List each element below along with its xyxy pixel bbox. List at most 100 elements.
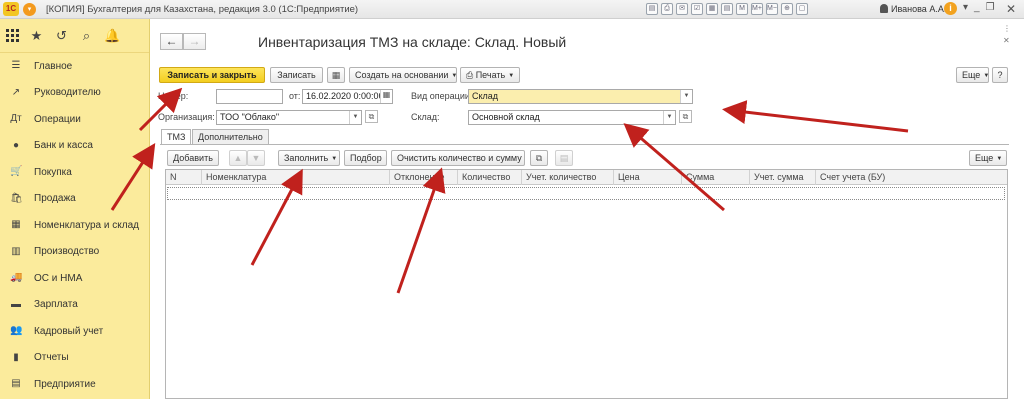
minimize-icon[interactable]: _ bbox=[974, 2, 980, 15]
document-form: ← → Инвентаризация ТМЗ на складе: Склад.… bbox=[155, 19, 1024, 399]
save-button[interactable]: Записать bbox=[270, 67, 323, 83]
cart-icon: 🛒 bbox=[10, 166, 23, 178]
main-menu-icon[interactable]: ▾ bbox=[23, 2, 36, 16]
chevron-down-icon[interactable]: ▼ bbox=[349, 111, 361, 124]
goods-table[interactable]: N Номенклатура Отклонение Количество Уче… bbox=[165, 169, 1008, 399]
chevron-down-icon: ▼ bbox=[508, 73, 515, 79]
fill-button[interactable]: Заполнить ▼ bbox=[278, 150, 340, 166]
print-icon[interactable]: ⎙ bbox=[661, 3, 673, 15]
section-bank[interactable]: ● Банк и касса bbox=[0, 133, 149, 160]
section-operations[interactable]: Дт Операции bbox=[0, 106, 149, 133]
factory-icon: ▥ bbox=[11, 245, 21, 257]
settings-menu-icon[interactable]: ▾ bbox=[963, 2, 968, 15]
memory-minus-icon[interactable]: M− bbox=[766, 3, 778, 15]
check-icon[interactable]: ☑ bbox=[691, 3, 703, 15]
table-more-button[interactable]: Еще ▼ bbox=[969, 150, 1007, 166]
date-label: от: bbox=[289, 91, 301, 101]
tab-goods[interactable]: ТМЗ bbox=[161, 129, 192, 145]
date-field[interactable]: 16.02.2020 0:00:00 ▦ bbox=[302, 89, 393, 104]
chevron-down-icon: ▼ bbox=[983, 73, 990, 79]
forward-button[interactable]: → bbox=[183, 33, 206, 50]
save-and-close-button[interactable]: Записать и закрыть bbox=[159, 67, 265, 83]
enterprise-icon: ▤ bbox=[11, 378, 21, 390]
print-button[interactable]: ⎙ Печать ▼ bbox=[460, 67, 520, 83]
window-icon[interactable]: ▢ bbox=[796, 3, 808, 15]
section-enterprise[interactable]: ▤ Предприятие bbox=[0, 371, 149, 398]
section-manager[interactable]: ↗ Руководителю bbox=[0, 80, 149, 107]
organization-label: Организация: bbox=[158, 112, 215, 122]
user-name: Иванова А.А. bbox=[891, 4, 947, 14]
tab-additional[interactable]: Дополнительно bbox=[192, 129, 269, 144]
toolbar-icon-1[interactable]: ▤ bbox=[646, 3, 658, 15]
organization-open-icon[interactable]: ⧉ bbox=[365, 110, 378, 123]
move-down-icon[interactable]: ▼ bbox=[247, 150, 265, 166]
restore-icon[interactable]: ❐ bbox=[986, 2, 995, 15]
column-accounted-sum[interactable]: Учет. сумма bbox=[750, 170, 816, 185]
organization-field[interactable]: ТОО "Облако" ▼ bbox=[216, 110, 362, 125]
column-price[interactable]: Цена bbox=[614, 170, 682, 185]
calendar-icon[interactable]: ▦ bbox=[706, 3, 718, 15]
memory-icon[interactable]: M bbox=[736, 3, 748, 15]
back-button[interactable]: ← bbox=[160, 33, 183, 50]
zoom-icon[interactable]: ⊕ bbox=[781, 3, 793, 15]
posting-icon[interactable]: ▦ bbox=[327, 67, 345, 83]
column-account[interactable]: Счет учета (БУ) bbox=[816, 170, 1007, 185]
section-nomenclature[interactable]: ▦ Номенклатура и склад bbox=[0, 212, 149, 239]
calendar-icon[interactable]: ▦ bbox=[380, 90, 392, 103]
operation-type-select[interactable]: Склад ▼ bbox=[468, 89, 693, 104]
number-label: Номер: bbox=[158, 91, 189, 101]
column-deviation[interactable]: Отклонение bbox=[390, 170, 458, 185]
printer-icon: ⎙ bbox=[466, 70, 476, 80]
mail-icon[interactable]: ✉ bbox=[676, 3, 688, 15]
section-purchase[interactable]: 🛒 Покупка bbox=[0, 159, 149, 186]
table-row[interactable] bbox=[167, 187, 1005, 200]
column-accounted-quantity[interactable]: Учет. количество bbox=[522, 170, 614, 185]
section-salary[interactable]: ▬ Зарплата bbox=[0, 292, 149, 319]
window-title: [КОПИЯ] Бухгалтерия для Казахстана, реда… bbox=[46, 3, 359, 15]
column-quantity[interactable]: Количество bbox=[458, 170, 522, 185]
coin-icon: ● bbox=[12, 139, 20, 151]
chevron-down-icon[interactable]: ▼ bbox=[663, 111, 675, 124]
select-button[interactable]: Подбор bbox=[344, 150, 387, 166]
clear-quantity-button[interactable]: Очистить количество и сумму bbox=[391, 150, 525, 166]
chevron-down-icon: ▼ bbox=[331, 156, 338, 162]
section-assets[interactable]: 🚚 ОС и НМА bbox=[0, 265, 149, 292]
create-based-on-button[interactable]: Создать на основании ▼ bbox=[349, 67, 457, 83]
info-icon[interactable]: i bbox=[944, 2, 957, 15]
more-button[interactable]: Еще ▼ bbox=[956, 67, 989, 83]
form-close-icon[interactable]: ✕ bbox=[1003, 35, 1011, 47]
column-nomenclature[interactable]: Номенклатура bbox=[202, 170, 390, 185]
chevron-down-icon: ▼ bbox=[451, 73, 458, 79]
copy-icon[interactable]: ⧉ bbox=[530, 150, 548, 166]
chevron-down-icon[interactable]: ▼ bbox=[680, 90, 692, 103]
search-icon[interactable]: ⌕ bbox=[79, 28, 94, 43]
section-main[interactable]: ☰ Главное bbox=[0, 53, 149, 80]
paste-icon[interactable]: ▤ bbox=[555, 150, 573, 166]
add-row-button[interactable]: Добавить bbox=[167, 150, 219, 166]
section-sales[interactable]: 🛍 Продажа bbox=[0, 186, 149, 213]
current-user[interactable]: Иванова А.А. bbox=[880, 4, 946, 14]
navigation-buttons: ← → bbox=[160, 33, 206, 50]
close-app-icon[interactable]: ✕ bbox=[1006, 2, 1016, 16]
warehouse-open-icon[interactable]: ⧉ bbox=[679, 110, 692, 123]
star-icon[interactable]: ★ bbox=[29, 28, 44, 43]
memory-plus-icon[interactable]: M+ bbox=[751, 3, 763, 15]
section-reports[interactable]: ▮ Отчеты bbox=[0, 345, 149, 372]
history-icon[interactable]: ↺ bbox=[54, 28, 69, 43]
bell-icon[interactable]: 🔔 bbox=[104, 28, 120, 43]
section-production[interactable]: ▥ Производство bbox=[0, 239, 149, 266]
title-controls: i ▾ _ ❐ bbox=[944, 2, 995, 15]
form-more-icon[interactable]: ⋮ bbox=[1003, 23, 1011, 35]
title-bar: 1С ▾ [КОПИЯ] Бухгалтерия для Казахстана,… bbox=[0, 0, 1024, 19]
column-sum[interactable]: Сумма bbox=[682, 170, 750, 185]
move-up-icon[interactable]: ▲ bbox=[229, 150, 247, 166]
calculator-icon[interactable]: ▤ bbox=[721, 3, 733, 15]
column-number[interactable]: N bbox=[166, 170, 202, 185]
debit-credit-icon: Дт bbox=[10, 113, 22, 125]
section-hr[interactable]: 👥 Кадровый учет bbox=[0, 318, 149, 345]
warehouse-field[interactable]: Основной склад ▼ bbox=[468, 110, 676, 125]
help-button[interactable]: ? bbox=[992, 67, 1008, 83]
menu-icon: ☰ bbox=[11, 60, 21, 72]
number-field[interactable] bbox=[216, 89, 283, 104]
apps-grid-icon[interactable] bbox=[6, 29, 19, 42]
